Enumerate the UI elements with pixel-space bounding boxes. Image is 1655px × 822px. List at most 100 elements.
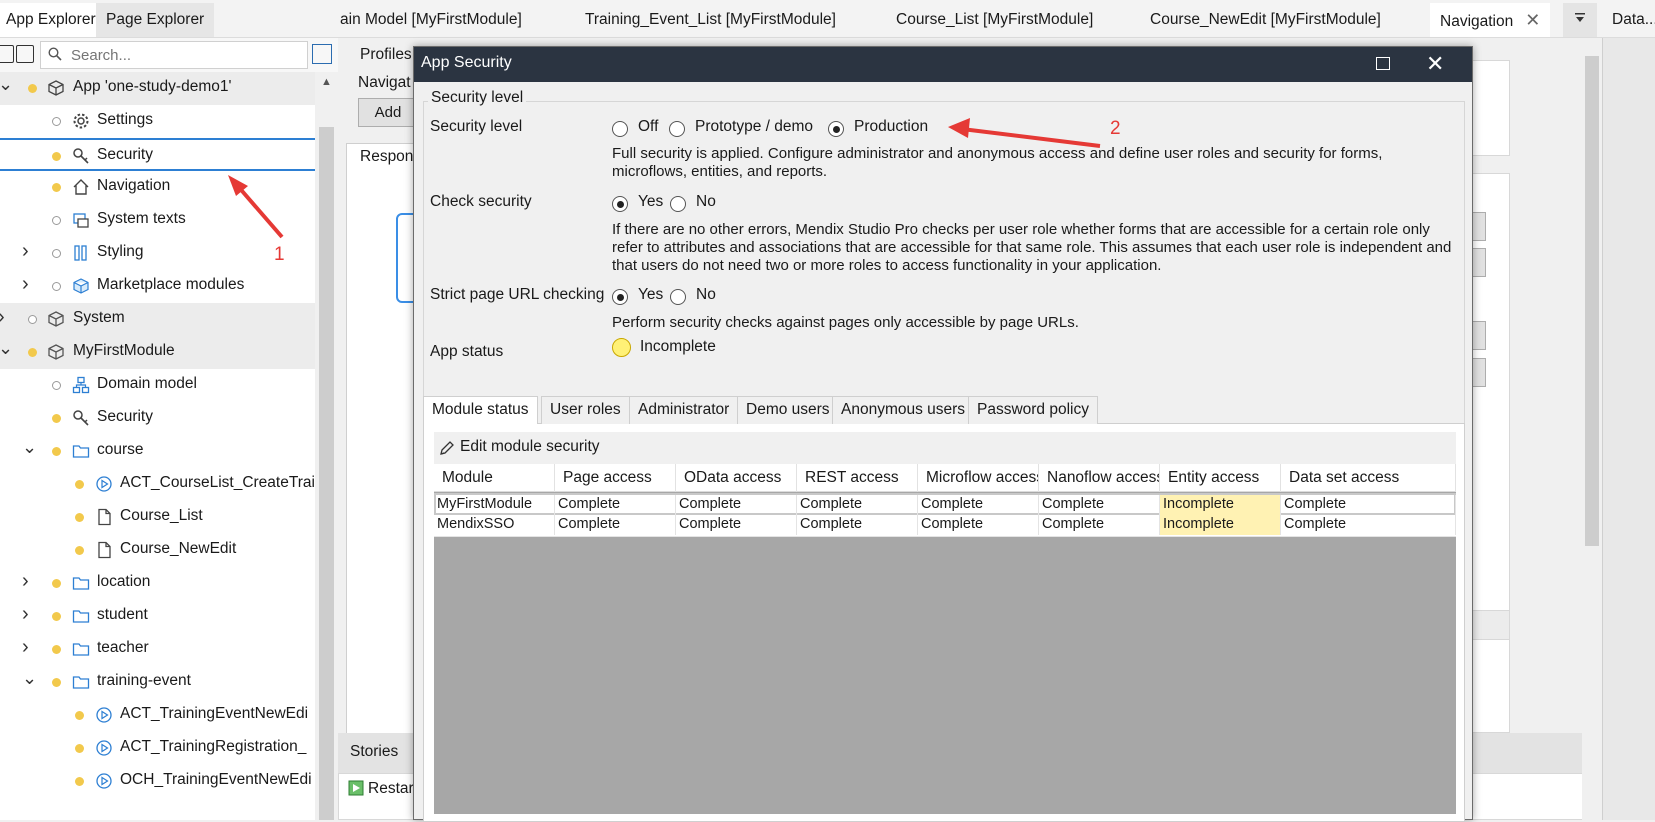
tree-item[interactable]: Security	[0, 402, 315, 435]
module-status-panel: Edit module security Module Page access OD…	[423, 424, 1465, 822]
search-box[interactable]	[40, 41, 308, 69]
chevron-right-icon[interactable]: ›	[22, 636, 36, 658]
radio-off[interactable]	[612, 121, 628, 137]
tree-item[interactable]: › System	[0, 303, 315, 336]
tree-item[interactable]: System texts	[0, 204, 315, 237]
scroll-up-icon[interactable]: ▲	[321, 76, 332, 88]
radio-prototype-label[interactable]: Prototype / demo	[695, 118, 813, 136]
chevron-right-icon[interactable]: ›	[22, 273, 36, 295]
tab-domain-model[interactable]: ain Model [MyFirstModule]	[340, 3, 522, 37]
radio-strict-url-no-label[interactable]: No	[696, 286, 716, 304]
tree-item[interactable]: › teacher	[0, 633, 315, 666]
tab-anonymous-users[interactable]: Anonymous users	[832, 396, 975, 424]
radio-prototype[interactable]	[669, 121, 685, 137]
tree-item[interactable]: ⌄ App 'one-study-demo1'	[0, 72, 315, 105]
tree-item[interactable]: Security	[0, 138, 315, 171]
folder-icon	[72, 643, 90, 656]
chevron-down-icon[interactable]: ⌄	[0, 338, 13, 358]
table-row[interactable]: MyFirstModule Complete Complete Complete Com…	[434, 493, 1456, 515]
close-icon[interactable]: ✕	[1426, 51, 1444, 77]
tree-item[interactable]: Settings	[0, 105, 315, 138]
scrollbar-thumb[interactable]	[319, 127, 334, 820]
edit-module-security-button[interactable]: Edit module security	[434, 432, 1456, 464]
search-input[interactable]	[69, 44, 299, 66]
column-header[interactable]: Page access	[555, 464, 676, 492]
access-status-cell: Complete	[555, 515, 676, 535]
column-header[interactable]: Data set access	[1281, 464, 1456, 492]
dialog-title-bar[interactable]: App Security ✕	[414, 47, 1472, 82]
radio-check-security-no-label[interactable]: No	[696, 193, 716, 211]
tab-demo-users[interactable]: Demo users	[737, 396, 839, 424]
column-header[interactable]: Nanoflow access	[1039, 464, 1160, 492]
tab-overflow-button[interactable]	[1563, 3, 1597, 37]
tree-item[interactable]: ⌄ course	[0, 435, 315, 468]
explorer-scrollbar[interactable]: ▲	[315, 72, 338, 820]
column-header[interactable]: Microflow access	[918, 464, 1039, 492]
module-name-cell: MyFirstModule	[434, 495, 555, 515]
radio-check-security-yes[interactable]	[612, 196, 628, 212]
tab-course-newedit[interactable]: Course_NewEdit [MyFirstModule]	[1150, 3, 1381, 37]
radio-off-label[interactable]: Off	[638, 118, 658, 136]
tree-item[interactable]: Course_NewEdit	[0, 534, 315, 567]
status-dot-icon	[28, 315, 37, 324]
radio-check-security-no[interactable]	[670, 196, 686, 212]
tab-module-status[interactable]: Module status	[423, 396, 538, 425]
radio-strict-url-yes[interactable]	[612, 289, 628, 305]
link-with-editor-icon[interactable]	[312, 44, 332, 64]
tree-item[interactable]: Course_List	[0, 501, 315, 534]
radio-production-label[interactable]: Production	[854, 118, 928, 136]
chevron-down-icon[interactable]: ⌄	[22, 668, 37, 688]
tab-training-event-list[interactable]: Training_Event_List [MyFirstModule]	[585, 3, 836, 37]
tab-app-explorer[interactable]: App Explorer	[0, 3, 102, 37]
scrollbar-thumb[interactable]	[1585, 56, 1599, 546]
tree-item[interactable]: › Styling	[0, 237, 315, 270]
tree-item[interactable]: ACT_CourseList_CreateTrai	[0, 468, 315, 501]
add-button[interactable]: Add	[358, 98, 418, 127]
chevron-right-icon[interactable]: ›	[0, 306, 12, 328]
tab-page-explorer[interactable]: Page Explorer	[96, 3, 215, 37]
group-title: Security level	[428, 89, 527, 107]
tab-user-roles[interactable]: User roles	[541, 396, 630, 424]
tab-course-list[interactable]: Course_List [MyFirstModule]	[896, 3, 1093, 37]
maximize-icon[interactable]	[1376, 57, 1390, 70]
radio-check-security-yes-label[interactable]: Yes	[638, 193, 663, 211]
tree-item[interactable]: ⌄ training-event	[0, 666, 315, 699]
tree-item[interactable]: ⌄ MyFirstModule	[0, 336, 315, 369]
tree-item-label: Security	[97, 146, 153, 163]
editor-scrollbar[interactable]	[1582, 38, 1602, 820]
tab-administrator[interactable]: Administrator	[629, 396, 739, 424]
tree-item[interactable]: OCH_TrainingEventNewEdi	[0, 765, 315, 798]
close-icon[interactable]: ✕	[1525, 3, 1540, 37]
tree-item[interactable]: › location	[0, 567, 315, 600]
column-header[interactable]: Entity access	[1160, 464, 1281, 492]
restart-button[interactable]: Restar	[368, 780, 414, 798]
tree-item[interactable]: ACT_TrainingEventNewEdi	[0, 699, 315, 732]
tab-password-policy[interactable]: Password policy	[968, 396, 1098, 424]
chevron-right-icon[interactable]: ›	[22, 240, 36, 262]
column-header[interactable]: Module	[434, 464, 555, 492]
tree-item[interactable]: Navigation	[0, 171, 315, 204]
tree-item[interactable]: › Marketplace modules	[0, 270, 315, 303]
column-header[interactable]: REST access	[797, 464, 918, 492]
column-header[interactable]: OData access	[676, 464, 797, 492]
tree-item-label: ACT_TrainingEventNewEdi	[120, 705, 309, 722]
tree-item[interactable]: Domain model	[0, 369, 315, 402]
chevron-right-icon[interactable]: ›	[22, 570, 36, 592]
tree-item[interactable]: ACT_TrainingRegistration_	[0, 732, 315, 765]
chevron-down-icon[interactable]: ⌄	[22, 437, 37, 457]
tab-navigation[interactable]: Navigation ✕	[1430, 3, 1551, 37]
tree-item-label: Settings	[97, 111, 154, 128]
radio-strict-url-no[interactable]	[670, 289, 686, 305]
tab-data[interactable]: Data...	[1612, 3, 1655, 37]
tree-item[interactable]: › student	[0, 600, 315, 633]
table-row[interactable]: MendixSSO Complete Complete Complete Complet…	[434, 515, 1456, 537]
collapse-all-icon[interactable]	[16, 45, 34, 63]
stories-tab[interactable]: Stories	[350, 743, 398, 761]
expand-all-icon[interactable]	[0, 45, 14, 63]
radio-production[interactable]	[828, 121, 844, 137]
radio-strict-url-yes-label[interactable]: Yes	[638, 286, 663, 304]
responsive-tab[interactable]: Respon	[360, 148, 413, 166]
access-status-cell: Complete	[1281, 495, 1456, 515]
chevron-down-icon[interactable]: ⌄	[0, 74, 13, 94]
chevron-right-icon[interactable]: ›	[22, 603, 36, 625]
